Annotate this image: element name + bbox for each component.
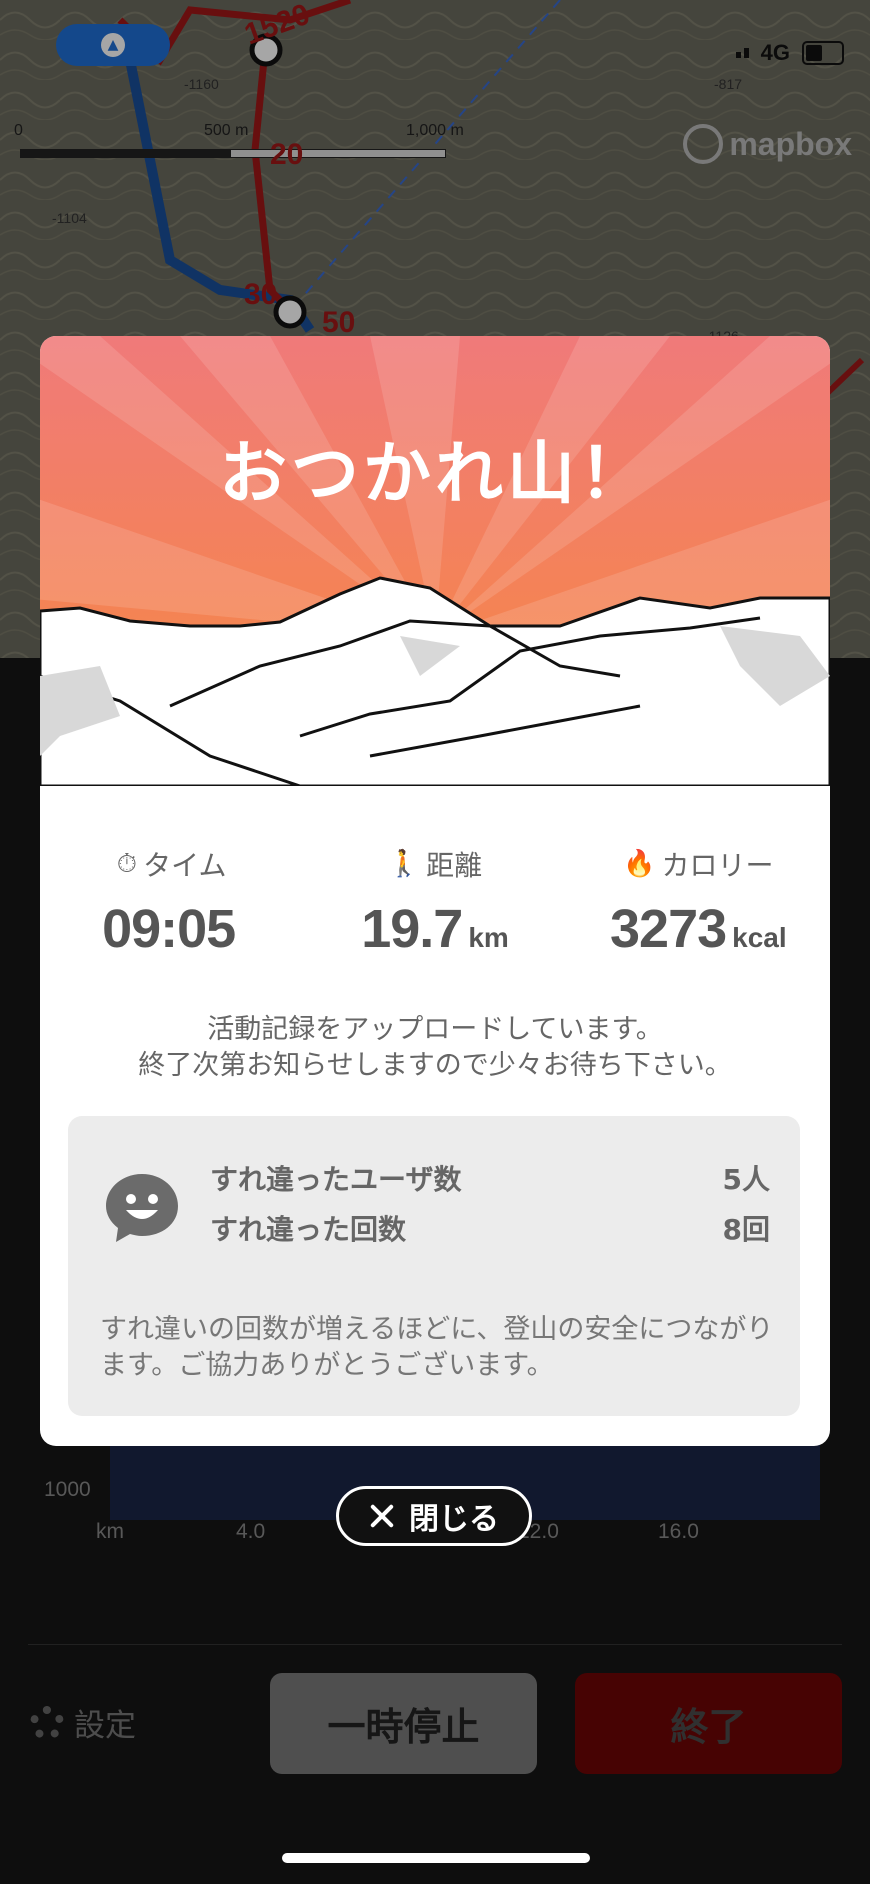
summary-modal: おつかれ山！ ⏱ タイム 09:05 🚶 距離 19.7 km 🔥 カロリー 32… (40, 336, 830, 1446)
home-indicator[interactable] (282, 1853, 590, 1863)
modal-title: おつかれ山！ (218, 435, 651, 514)
stat-value: 19.7 km (361, 899, 509, 959)
stopwatch-icon: ⏱ (116, 848, 138, 879)
hero-banner: おつかれ山！ (40, 336, 830, 786)
stat-time: ⏱ タイム 09:05 (40, 844, 303, 960)
smiley-chat-icon (106, 1174, 178, 1242)
encounter-card: すれ違ったユーザ数 5人 すれ違った回数 8回 すれ違いの回数が増えるほどに、登… (68, 1116, 800, 1416)
stat-label: 🚶 距離 (387, 849, 483, 882)
mountain-illustration (40, 336, 830, 786)
upload-message: 活動記録をアップロードしています。 終了次第お知らせしますので少々お待ち下さい。 (138, 1014, 732, 1081)
close-button[interactable]: 閉じる (336, 1486, 532, 1546)
encounter-users-row: すれ違ったユーザ数 5人 (210, 1163, 770, 1196)
stat-value: 3273 kcal (610, 899, 787, 959)
stat-value: 09:05 (102, 899, 236, 959)
stat-distance: 🚶 距離 19.7 km (303, 844, 566, 960)
encounter-count-row: すれ違った回数 8回 (210, 1213, 770, 1246)
stat-label: ⏱ タイム (116, 848, 227, 883)
stat-label: 🔥 カロリー (623, 849, 774, 882)
stat-calories: 🔥 カロリー 3273 kcal (567, 844, 830, 960)
flame-icon: 🔥 (623, 849, 656, 879)
stats-row: ⏱ タイム 09:05 🚶 距離 19.7 km 🔥 カロリー 3273 kcal (40, 844, 830, 960)
encounter-note: すれ違いの回数が増えるほどに、登山の安全につながります。ご協力ありがとうございま… (100, 1314, 774, 1381)
walking-person-icon: 🚶 (387, 849, 421, 879)
close-icon (369, 1503, 395, 1529)
